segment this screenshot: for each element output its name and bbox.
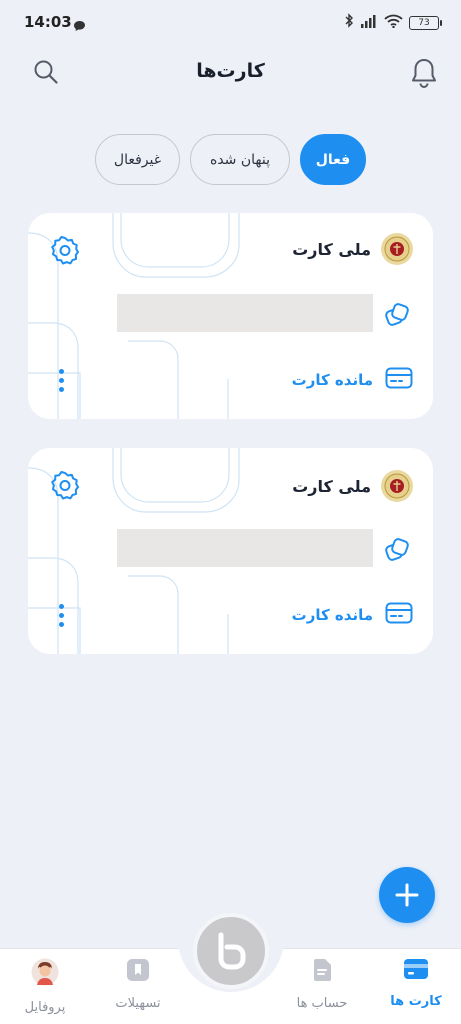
settings-gear-icon[interactable]: [50, 470, 80, 504]
more-options-icon[interactable]: [59, 604, 64, 627]
card-balance-button[interactable]: مانده کارت: [292, 367, 413, 393]
notification-bell-icon[interactable]: [409, 56, 439, 94]
nav-label: پروفایل: [24, 1000, 66, 1015]
copy-icon[interactable]: [383, 536, 411, 568]
bookmark-icon: [126, 958, 150, 986]
bluetooth-icon: [344, 13, 354, 32]
document-icon: [311, 958, 333, 986]
bank-melli-logo-icon: [381, 470, 413, 502]
filter-tabs: فعال پنهان شده غیرفعال: [95, 134, 366, 185]
card-number-masked: [117, 529, 373, 567]
add-card-button[interactable]: [379, 867, 435, 923]
card-balance-label: مانده کارت: [291, 371, 373, 389]
battery-indicator: 73: [409, 15, 442, 30]
tab-hidden[interactable]: پنهان شده: [190, 134, 290, 185]
wifi-icon: [384, 13, 403, 32]
bank-melli-logo-icon: [381, 233, 413, 265]
copy-icon[interactable]: [383, 301, 411, 333]
settings-gear-icon[interactable]: [50, 235, 80, 269]
nav-item-cards[interactable]: کارت ها: [376, 958, 456, 1009]
avatar-icon: [31, 958, 59, 990]
bank-logo-icon: [218, 932, 246, 970]
nav-item-accounts[interactable]: حساب ها: [282, 958, 362, 1011]
nav-label: حساب ها: [296, 996, 348, 1011]
card-bank-row: ملی کارت: [292, 233, 413, 265]
bank-card[interactable]: ملی کارت مانده کارت: [28, 448, 433, 654]
bank-home-button[interactable]: [193, 913, 269, 989]
tab-inactive[interactable]: غیرفعال: [95, 134, 180, 185]
header: کارت‌ها: [0, 50, 461, 96]
card-balance-label: مانده کارت: [291, 606, 373, 624]
card-balance-button[interactable]: مانده کارت: [292, 602, 413, 628]
status-bar: 14:03 73: [0, 0, 461, 46]
page-title: کارت‌ها: [196, 60, 265, 82]
nav-item-profile[interactable]: پروفایل: [5, 958, 85, 1015]
bank-name: ملی کارت: [292, 239, 371, 259]
card-icon: [385, 602, 413, 628]
bank-name: ملی کارت: [292, 476, 371, 496]
status-time: 14:03: [24, 13, 72, 31]
card-number-masked: [117, 294, 373, 332]
plus-icon: [395, 883, 419, 907]
nav-label: تسهیلات: [115, 996, 161, 1011]
more-options-icon[interactable]: [59, 369, 64, 392]
signal-icon: [360, 13, 378, 32]
card-bank-row: ملی کارت: [292, 470, 413, 502]
bank-card[interactable]: ملی کارت مانده کارت: [28, 213, 433, 419]
nav-label: کارت ها: [390, 994, 442, 1009]
tab-active[interactable]: فعال: [300, 134, 366, 185]
nav-item-facilities[interactable]: تسهیلات: [98, 958, 178, 1011]
message-icon: [73, 17, 86, 36]
card-icon: [403, 958, 429, 984]
card-icon: [385, 367, 413, 393]
